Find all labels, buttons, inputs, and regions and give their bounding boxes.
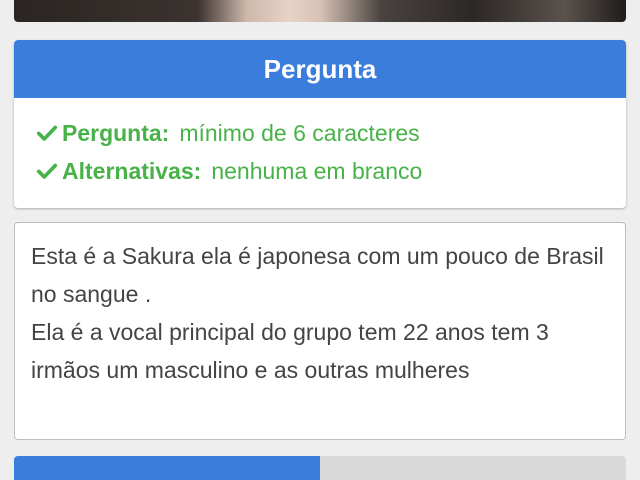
requirement-question-key: Pergunta: (62, 119, 170, 146)
cover-photo[interactable] (14, 0, 626, 22)
check-icon (36, 125, 58, 141)
quiz-editor-page: Pergunta Pergunta: mínimo de 6 caractere… (0, 0, 640, 480)
requirement-alternatives: Alternativas: nenhuma em branco (36, 152, 626, 190)
question-rules-card: Pergunta Pergunta: mínimo de 6 caractere… (14, 40, 626, 208)
progress-bar-fill (14, 456, 320, 480)
progress-bar (14, 456, 626, 480)
requirement-alternatives-value: nenhuma em branco (211, 157, 423, 184)
question-text-field[interactable]: Esta é a Sakura ela é japonesa com um po… (14, 222, 626, 440)
question-card-title: Pergunta (14, 40, 626, 98)
requirement-question-value: mínimo de 6 caracteres (179, 119, 420, 146)
question-text-content[interactable]: Esta é a Sakura ela é japonesa com um po… (31, 237, 609, 389)
check-icon (36, 163, 58, 179)
requirements-list: Pergunta: mínimo de 6 caracteres Alterna… (14, 98, 626, 190)
requirement-alternatives-key: Alternativas: (62, 157, 202, 184)
requirement-question: Pergunta: mínimo de 6 caracteres (36, 114, 626, 152)
